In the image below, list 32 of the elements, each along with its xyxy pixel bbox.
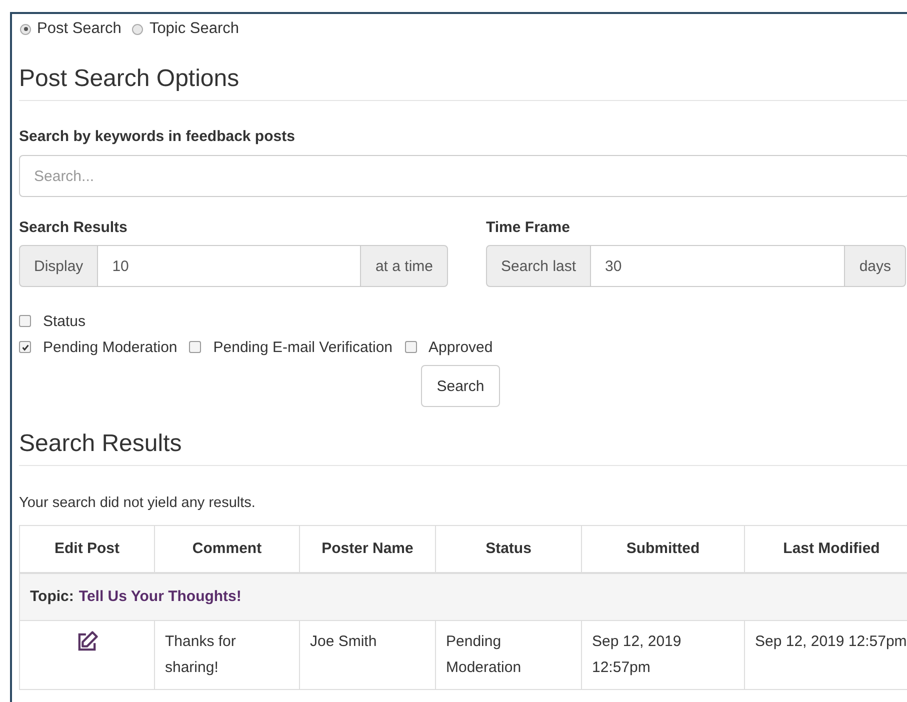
input-addon: Display — [19, 245, 98, 287]
field-label: Time Frame — [486, 219, 571, 236]
radio-label[interactable]: Post Search — [37, 20, 122, 38]
input-addon: at a time — [360, 245, 448, 287]
section-heading: Search Results — [19, 429, 183, 459]
checkbox-label[interactable]: Pending Moderation — [43, 338, 178, 356]
topic-link[interactable]: Tell Us Your Thoughts! — [78, 588, 242, 605]
checkbox[interactable] — [404, 341, 417, 353]
table-cell: Sep 12, 2019 12:57pm — [582, 620, 744, 690]
radio-button[interactable] — [20, 24, 31, 34]
table-cell: Pending Moderation — [436, 620, 582, 690]
checkbox[interactable] — [19, 341, 31, 353]
checkbox-label[interactable]: Status — [43, 312, 86, 330]
input-addon: Search last — [486, 245, 592, 287]
input-addon: days — [844, 245, 906, 287]
section-heading: Post Search Options — [19, 64, 240, 94]
field-label: Search Results — [19, 219, 128, 236]
results-message: Your search did not yield any results. — [19, 495, 256, 511]
search-button[interactable]: Search — [420, 365, 500, 407]
topic-label: Topic: — [30, 588, 74, 605]
table-cell: Thanks for sharing! — [154, 620, 300, 690]
field-label: Search by keywords in feedback posts — [19, 128, 296, 145]
radio-button[interactable] — [132, 24, 144, 34]
search-field[interactable]: Search... — [19, 155, 907, 197]
table-cell: Joe Smith — [300, 620, 436, 690]
radio-label[interactable]: Topic Search — [149, 20, 240, 38]
checkbox-label[interactable]: Pending E-mail Verification — [213, 338, 393, 356]
input-field[interactable]: 10 — [98, 245, 360, 287]
checkbox[interactable] — [189, 341, 202, 353]
checkbox-label[interactable]: Approved — [428, 338, 493, 356]
checkbox[interactable] — [19, 315, 31, 327]
input-field[interactable]: 30 — [591, 245, 844, 287]
